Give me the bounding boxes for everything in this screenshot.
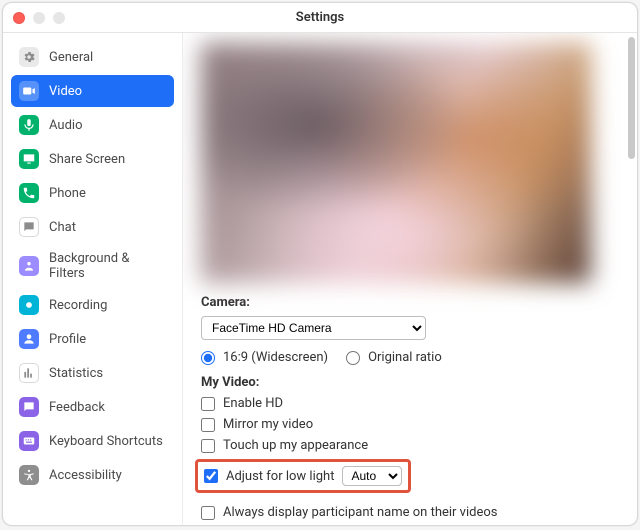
minimize-icon[interactable] [33,12,45,24]
sidebar-item-label: Feedback [49,400,105,415]
content-pane: Camera: FaceTime HD Camera 16:9 (Widescr… [183,33,637,525]
phone-icon [19,183,39,203]
sidebar: General Video Audio Share Screen [3,33,183,525]
statistics-icon [19,363,39,383]
video-icon [19,81,39,101]
accessibility-icon [19,465,39,485]
sidebar-item-chat[interactable]: Chat [11,211,174,243]
camera-preview [201,43,591,283]
always-name-checkbox[interactable] [201,506,215,520]
sidebar-item-label: Phone [49,186,86,201]
sidebar-item-label: Video [49,84,82,99]
sidebar-item-statistics[interactable]: Statistics [11,357,174,389]
enable-hd-label: Enable HD [223,396,283,411]
titlebar: Settings [3,3,637,33]
myvideo-section-label: My Video: [201,375,621,390]
page-title: Settings [3,10,637,25]
mirror-checkbox[interactable] [201,418,215,432]
sidebar-item-profile[interactable]: Profile [11,323,174,355]
background-filters-icon [19,256,39,276]
share-icon [19,149,39,169]
enable-hd-checkbox[interactable] [201,397,215,411]
sidebar-item-label: Share Screen [49,152,125,167]
ratio-widescreen-radio[interactable] [201,351,215,365]
feedback-icon [19,397,39,417]
touch-up-checkbox[interactable] [201,439,215,453]
sidebar-item-phone[interactable]: Phone [11,177,174,209]
sidebar-item-audio[interactable]: Audio [11,109,174,141]
low-light-highlight: Adjust for low light Auto [195,459,411,493]
low-light-mode-select[interactable]: Auto [342,466,402,486]
settings-window: Settings General Video Audio [2,2,638,526]
audio-icon [19,115,39,135]
sidebar-item-keyboard-shortcuts[interactable]: Keyboard Shortcuts [11,425,174,457]
window-controls [13,12,65,24]
sidebar-item-video[interactable]: Video [11,75,174,107]
touch-up-label: Touch up my appearance [223,438,368,453]
always-name-label: Always display participant name on their… [223,505,497,520]
low-light-label: Adjust for low light [226,469,334,484]
gear-icon [19,47,39,67]
close-icon[interactable] [13,12,25,24]
chat-icon [19,217,39,237]
mirror-label: Mirror my video [223,417,313,432]
sidebar-item-label: Statistics [49,366,103,381]
sidebar-item-label: Keyboard Shortcuts [49,434,163,449]
profile-icon [19,329,39,349]
keyboard-icon [19,431,39,451]
low-light-checkbox[interactable] [204,469,218,483]
sidebar-item-label: Accessibility [49,468,122,483]
sidebar-item-general[interactable]: General [11,41,174,73]
sidebar-item-accessibility[interactable]: Accessibility [11,459,174,491]
sidebar-item-share-screen[interactable]: Share Screen [11,143,174,175]
scrollbar[interactable] [627,37,635,526]
sidebar-item-recording[interactable]: Recording [11,289,174,321]
aspect-ratio-row: 16:9 (Widescreen) Original ratio [201,350,621,365]
sidebar-item-feedback[interactable]: Feedback [11,391,174,423]
ratio-widescreen-label: 16:9 (Widescreen) [223,350,328,365]
sidebar-item-label: Audio [49,118,82,133]
ratio-original-radio[interactable] [346,351,360,365]
body: General Video Audio Share Screen [3,33,637,525]
sidebar-item-label: Chat [49,220,76,235]
camera-select[interactable]: FaceTime HD Camera [201,316,426,340]
sidebar-item-label: Recording [49,298,107,313]
camera-section-label: Camera: [201,295,621,310]
sidebar-item-label: Profile [49,332,86,347]
sidebar-item-label: General [49,50,93,65]
sidebar-item-background-filters[interactable]: Background & Filters [11,245,174,287]
ratio-original-label: Original ratio [368,350,442,365]
sidebar-item-label: Background & Filters [49,251,166,281]
recording-icon [19,295,39,315]
zoom-window-icon[interactable] [53,12,65,24]
